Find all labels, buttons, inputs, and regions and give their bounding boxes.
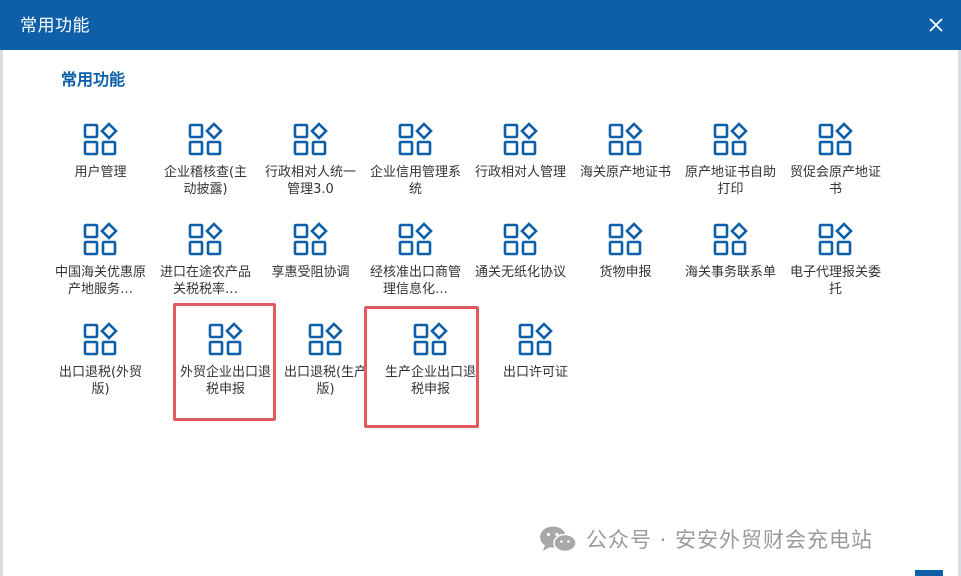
tile-admin-counterpart[interactable]: 行政相对人管理 xyxy=(468,118,573,213)
dialog-border-left xyxy=(0,50,3,576)
tile-customs-contact-form[interactable]: 海关事务联系单 xyxy=(678,218,783,313)
apps-grid-icon xyxy=(208,322,243,356)
tile-paperless-agreement[interactable]: 通关无纸化协议 xyxy=(468,218,573,313)
apps-grid-icon xyxy=(83,222,118,256)
tile-import-agri-tariff[interactable]: 进口在途农产品关税税率… xyxy=(153,218,258,313)
tile-preferential-origin-service[interactable]: 中国海关优惠原产地服务… xyxy=(48,218,153,313)
tile-label: 用户管理 xyxy=(74,165,127,180)
tile-label: 中国海关优惠原产地服务… xyxy=(54,265,146,297)
tile-admin-counterpart-unified[interactable]: 行政相对人统一管理3.0 xyxy=(258,118,363,213)
tile-label: 出口退税(外贸版) xyxy=(58,365,143,397)
tile-label: 海关原产地证书 xyxy=(579,165,671,180)
tile-label: 行政相对人统一管理3.0 xyxy=(264,165,356,197)
tile-label: 贸促会原产地证书 xyxy=(789,165,881,197)
apps-grid-icon xyxy=(293,122,328,156)
tile-label: 经核准出口商管理信息化… xyxy=(369,265,461,297)
tile-label: 企业信用管理系统 xyxy=(369,165,461,197)
tile-user-management[interactable]: 用户管理 xyxy=(48,118,153,213)
apps-grid-icon xyxy=(308,322,343,356)
section-title: 常用功能 xyxy=(61,70,126,89)
apps-grid-icon xyxy=(818,122,853,156)
apps-grid-icon xyxy=(188,222,223,256)
apps-grid-icon xyxy=(83,122,118,156)
tile-export-rebate-trade[interactable]: 出口退税(外贸版) xyxy=(48,318,153,413)
tile-approved-exporter[interactable]: 经核准出口商管理信息化… xyxy=(363,218,468,313)
watermark-text: 公众号 · 安安外贸财会充电站 xyxy=(586,528,874,552)
apps-grid-icon xyxy=(608,222,643,256)
apps-grid-icon xyxy=(713,122,748,156)
apps-grid-icon xyxy=(413,322,448,356)
tile-label: 企业稽核查(主动披露) xyxy=(163,165,248,197)
apps-grid-icon xyxy=(608,122,643,156)
tile-label: 通关无纸化协议 xyxy=(474,265,566,280)
tile-production-enterprise-rebate-declaration[interactable]: 生产企业出口退税申报 xyxy=(378,318,483,413)
tile-label: 享惠受阻协调 xyxy=(271,265,350,280)
apps-grid-icon xyxy=(188,122,223,156)
tile-label: 行政相对人管理 xyxy=(474,165,566,180)
tile-label: 货物申报 xyxy=(599,265,652,280)
watermark: 公众号 · 安安外贸财会充电站 xyxy=(538,522,873,556)
tile-label: 海关事务联系单 xyxy=(684,265,776,280)
apps-grid-icon xyxy=(818,222,853,256)
wechat-icon xyxy=(540,526,577,553)
tile-customs-origin-cert[interactable]: 海关原产地证书 xyxy=(573,118,678,213)
apps-grid-icon xyxy=(518,322,553,356)
tile-label: 外贸企业出口退税申报 xyxy=(179,365,271,397)
apps-grid-icon xyxy=(503,222,538,256)
close-icon[interactable] xyxy=(925,14,947,36)
tile-label: 生产企业出口退税申报 xyxy=(384,365,476,397)
apps-grid-icon xyxy=(398,222,433,256)
tile-export-rebate-production[interactable]: 出口退税(生产版) xyxy=(273,318,378,413)
apps-grid-icon xyxy=(293,222,328,256)
tile-origin-self-print[interactable]: 原产地证书自助打印 xyxy=(678,118,783,213)
tile-ccpit-origin-cert[interactable]: 贸促会原产地证书 xyxy=(783,118,888,213)
apps-grid-icon xyxy=(503,122,538,156)
tile-e-agent-declaration[interactable]: 电子代理报关委托 xyxy=(783,218,888,313)
tile-trade-enterprise-rebate-declaration[interactable]: 外贸企业出口退税申报 xyxy=(173,318,278,413)
tile-label: 出口许可证 xyxy=(502,365,568,380)
apps-grid-icon xyxy=(398,122,433,156)
apps-grid-icon xyxy=(83,322,118,356)
tile-label: 电子代理报关委托 xyxy=(789,265,881,297)
tile-goods-declaration[interactable]: 货物申报 xyxy=(573,218,678,313)
dialog-header: 常用功能 xyxy=(0,0,961,50)
corner-indicator xyxy=(915,570,943,576)
tile-label: 原产地证书自助打印 xyxy=(684,165,776,197)
tile-label: 进口在途农产品关税税率… xyxy=(159,265,251,297)
tile-label: 出口退税(生产版) xyxy=(283,365,368,397)
tile-enterprise-credit[interactable]: 企业信用管理系统 xyxy=(363,118,468,213)
dialog-title: 常用功能 xyxy=(20,16,90,36)
apps-grid-icon xyxy=(713,222,748,256)
tile-enterprise-audit[interactable]: 企业稽核查(主动披露) xyxy=(153,118,258,213)
tile-export-license[interactable]: 出口许可证 xyxy=(483,318,588,413)
tile-preference-obstacle[interactable]: 享惠受阻协调 xyxy=(258,218,363,313)
